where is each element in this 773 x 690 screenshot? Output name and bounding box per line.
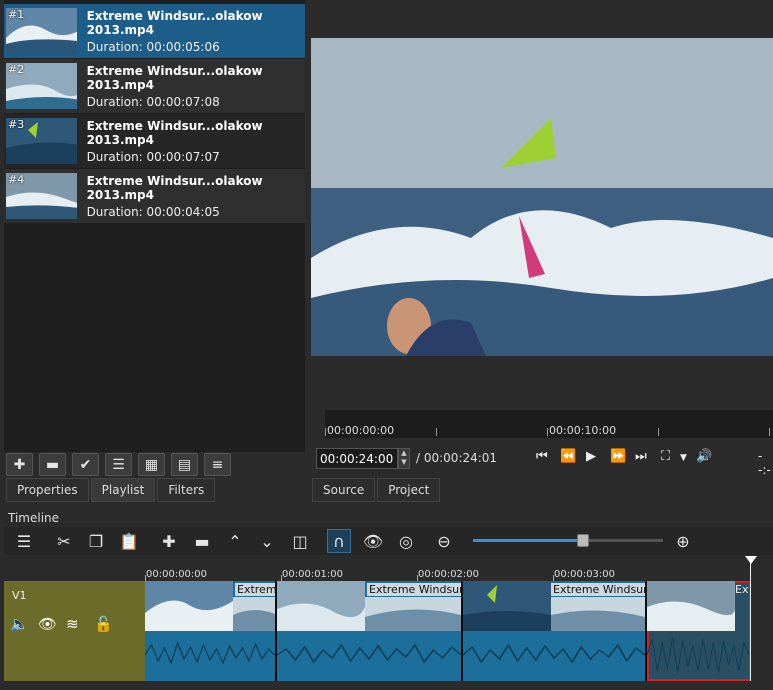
zoom-out-icon[interactable]: ⊖ [432, 529, 456, 553]
timeline-toolbar: ☰ ✂ ❐ 📋 ✚ ▬ ⌃ ⌄ ◫ ∩ 👁 ◎ ⊖ ⊕ [4, 527, 773, 555]
timeline-clip-selected[interactable]: Ext [647, 581, 751, 681]
zoom-slider-fill [473, 539, 584, 542]
clip-title: Extreme [235, 583, 275, 596]
left-tab-bar: Properties Playlist Filters [6, 478, 217, 502]
rewind-icon[interactable]: ⏪ [560, 449, 576, 464]
playlist-item[interactable]: #2 Extreme Windsur...olakow 2013.mp4 Dur… [4, 59, 305, 113]
clip-title: Extreme Windsurfin [551, 583, 645, 596]
zoom-slider[interactable] [473, 534, 663, 547]
clip-thumbnail: #4 [6, 173, 77, 219]
total-duration: / 00:00:24:01 [416, 451, 498, 465]
player-transport: 00:00:24:00 ▲ ▼ / 00:00:24:01 ⏮ ⏪ ▶ ⏩ ⏭ ⛶… [312, 446, 773, 477]
clip-title: Ext [735, 583, 749, 596]
playlist-item-duration: Duration: 00:00:04:05 [86, 204, 220, 219]
lift-icon[interactable]: ⌃ [223, 529, 247, 553]
cut-icon[interactable]: ✂ [52, 529, 76, 553]
check-icon[interactable]: ✔ [72, 453, 99, 476]
tab-filters[interactable]: Filters [157, 478, 216, 502]
ripple-icon[interactable]: ◎ [394, 529, 418, 553]
clip-thumbnail: #2 [6, 63, 77, 109]
zoom-fit-icon[interactable]: ⛶ [661, 449, 670, 464]
playlist-item-name: Extreme Windsur...olakow 2013.mp4 [86, 118, 263, 147]
play-icon[interactable]: ▶ [586, 449, 596, 464]
playlist-item[interactable]: #1 Extreme Windsur...olakow 2013.mp4 Dur… [4, 4, 305, 58]
overwrite-icon[interactable]: ⌄ [255, 529, 279, 553]
volume-icon[interactable]: 🔊 [696, 449, 712, 464]
tab-project[interactable]: Project [377, 478, 441, 502]
timecode-input[interactable]: 00:00:24:00 [316, 448, 398, 469]
lock-icon[interactable]: 🔓 [94, 615, 113, 633]
menu-icon[interactable]: ☰ [12, 529, 36, 553]
skip-end-icon[interactable]: ⏭ [635, 449, 647, 464]
tab-properties[interactable]: Properties [6, 478, 89, 502]
right-tab-bar: Source Project [312, 478, 442, 502]
playlist-item-duration: Duration: 00:00:05:06 [86, 39, 220, 54]
playlist-item-duration: Duration: 00:00:07:07 [86, 149, 220, 164]
timeline-clip[interactable]: Extreme Windsurfin [463, 581, 647, 681]
grid-icon[interactable]: ▦ [138, 453, 165, 476]
track-name: V1 [12, 589, 27, 602]
append-icon[interactable]: ✚ [157, 529, 181, 553]
eye-icon[interactable]: 👁 [38, 615, 57, 633]
list-icon[interactable]: ☰ [105, 453, 132, 476]
playhead-handle[interactable] [745, 556, 757, 564]
timecode-spinner[interactable]: ▲ ▼ [398, 448, 410, 469]
zoom-in-icon[interactable]: ⊕ [671, 529, 695, 553]
remove-icon[interactable]: ▬ [190, 529, 214, 553]
plus-icon[interactable]: ✚ [6, 453, 33, 476]
app-window: #1 Extreme Windsur...olakow 2013.mp4 Dur… [0, 0, 773, 690]
composite-icon[interactable]: ≋ [66, 615, 79, 633]
playlist-item[interactable]: #3 Extreme Windsur...olakow 2013.mp4 Dur… [4, 114, 305, 168]
timeline-clip[interactable]: Extreme Windsurfin [277, 581, 463, 681]
track-header-v1[interactable]: V1 🔈 👁 ≋ 🔓 [4, 581, 145, 681]
playhead[interactable] [750, 557, 751, 681]
video-viewer[interactable] [311, 38, 773, 356]
tab-playlist[interactable]: Playlist [90, 478, 156, 502]
clip-title: Extreme Windsurfin [367, 583, 461, 596]
minus-icon[interactable]: ▬ [39, 453, 66, 476]
skip-start-icon[interactable]: ⏮ [536, 449, 548, 464]
split-icon[interactable]: ◫ [288, 529, 312, 553]
timeline-ruler[interactable]: 00:00:00:00 00:00:01:00 00:00:02:00 00:0… [145, 557, 773, 581]
menu-icon[interactable]: ≡ [204, 453, 231, 476]
timeline-dock-title: Timeline [8, 511, 60, 525]
playlist-item-name: Extreme Windsur...olakow 2013.mp4 [86, 173, 263, 202]
tab-source[interactable]: Source [312, 478, 376, 502]
zoom-slider-handle[interactable] [577, 534, 590, 547]
playlist-item-name: Extreme Windsur...olakow 2013.mp4 [86, 63, 263, 92]
dropdown-icon[interactable]: ▼ [680, 453, 687, 463]
playlist-item-duration: Duration: 00:00:07:08 [86, 94, 220, 109]
playlist-toolbar: ✚ ▬ ✔ ☰ ▦ ▤ ≡ [6, 453, 231, 477]
playlist-item-name: Extreme Windsur...olakow 2013.mp4 [86, 8, 263, 37]
timeline-clip[interactable]: Extreme [145, 581, 277, 681]
player-ruler[interactable]: 00:00:00:00 00:00:10:00 [325, 410, 773, 438]
playlist-item[interactable]: #4 Extreme Windsur...olakow 2013.mp4 Dur… [4, 169, 305, 223]
playlist-panel: #1 Extreme Windsur...olakow 2013.mp4 Dur… [4, 0, 305, 452]
clip-thumbnail: #3 [6, 118, 77, 164]
mute-icon[interactable]: 🔈 [10, 615, 29, 633]
paste-icon[interactable]: 📋 [117, 529, 141, 553]
snap-icon[interactable]: ∩ [327, 529, 351, 553]
copy-icon[interactable]: ❐ [84, 529, 108, 553]
fast-forward-icon[interactable]: ⏩ [610, 449, 626, 464]
scrub-icon[interactable]: 👁 [361, 529, 385, 553]
details-icon[interactable]: ▤ [171, 453, 198, 476]
clip-thumbnail: #1 [6, 8, 77, 54]
